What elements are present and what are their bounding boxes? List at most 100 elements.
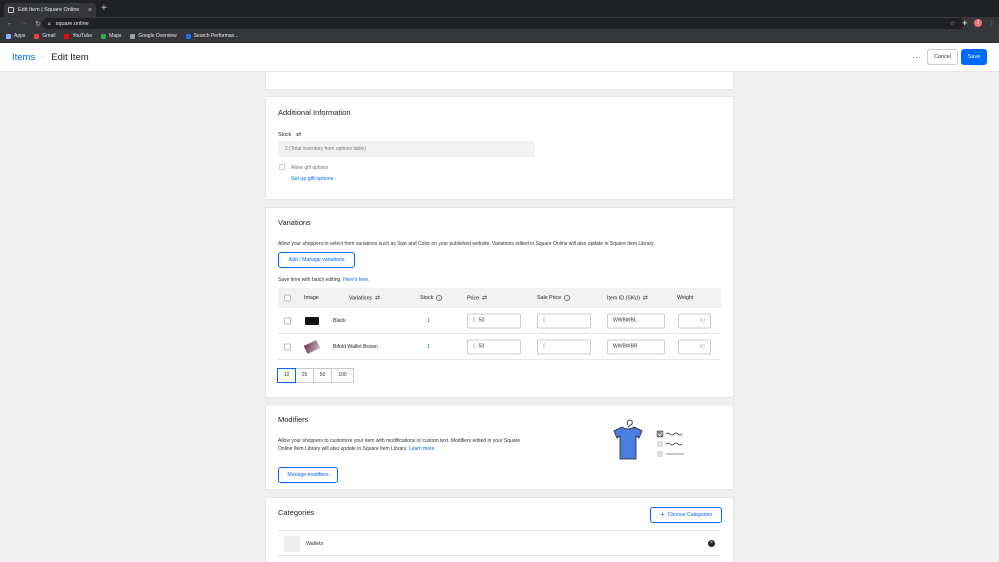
browser-tab[interactable]: Edit Item | Square Online × [4, 3, 96, 17]
variation-name: Bifold Wallet Brown [333, 343, 378, 350]
row-checkbox[interactable] [284, 343, 291, 350]
select-all-checkbox[interactable] [284, 294, 291, 302]
price-input[interactable]: £50 [467, 313, 521, 328]
url-text: square.online [55, 20, 89, 27]
sale-price-input[interactable]: £ - [537, 339, 591, 354]
col-image: Image [304, 295, 319, 301]
learn-more-link[interactable]: Learn more [409, 446, 435, 452]
variation-stock-link[interactable]: 1 [427, 318, 430, 324]
variations-table: Image Variations ⇄ Stock i Price ⇄ Sale Pri… [278, 288, 721, 360]
page-size-selector: 10 25 50 100 [277, 368, 354, 383]
save-button[interactable]: Save [961, 49, 987, 65]
sku-input[interactable]: WWBWBL [607, 313, 665, 328]
sku-input[interactable]: WWBWBR [607, 339, 665, 354]
info-icon[interactable]: i [564, 295, 571, 301]
breadcrumb-separator: › [42, 54, 45, 61]
bookmark-star-icon[interactable]: ☆ [950, 20, 955, 27]
col-weight: Weight [677, 295, 694, 301]
more-options-icon[interactable]: ··· [912, 53, 922, 62]
address-bar[interactable]: 🔒︎ square.online [42, 18, 964, 29]
cancel-button[interactable]: Cancel [927, 49, 958, 65]
bookmark-youtube[interactable]: YouTube [64, 33, 92, 39]
category-row: Wallets × [278, 530, 721, 556]
categories-card: Categories + Choose Categories Wallets × [265, 497, 734, 562]
app-header: Items › Edit Item ··· Cancel Save [0, 43, 999, 72]
browser-toolbar: ← → ↻ 🔒︎ square.online ☆ ✚ J ⋮ [0, 17, 999, 30]
reload-icon[interactable]: ↻ [34, 20, 42, 28]
additional-info-card: Additional Information Stock ⇄ 2 (Total … [265, 96, 734, 200]
swap-icon[interactable]: ⇄ [296, 131, 301, 138]
page-size-100[interactable]: 100 [331, 368, 354, 383]
maps-icon [101, 33, 107, 39]
forward-icon[interactable]: → [20, 20, 28, 27]
batch-edit-link[interactable]: Here's how. [343, 277, 369, 283]
col-sku: Item ID (SKU) [607, 295, 640, 301]
additional-info-heading: Additional Information [278, 108, 351, 117]
variation-thumbnail [305, 316, 319, 325]
bookmark-maps[interactable]: Maps [101, 33, 121, 39]
col-sale-price: Sale Price [537, 295, 562, 301]
choose-categories-button[interactable]: + Choose Categories [650, 507, 722, 523]
variation-thumbnail [303, 339, 321, 354]
variations-heading: Variations [278, 218, 311, 227]
modifiers-heading: Modifiers [278, 415, 309, 424]
breadcrumb-items-link[interactable]: Items [12, 52, 35, 63]
col-price: Price [467, 295, 480, 301]
browser-menu-icon[interactable]: ⋮ [989, 20, 995, 27]
browser-tabstrip: Edit Item | Square Online × + [0, 0, 999, 17]
modifiers-illustration [613, 419, 684, 460]
youtube-icon [64, 33, 70, 39]
breadcrumb: Items › Edit Item [12, 52, 89, 63]
page-size-25[interactable]: 25 [295, 368, 314, 383]
categories-heading: Categories [278, 508, 315, 517]
search-performance-icon [185, 33, 191, 39]
close-tab-icon[interactable]: × [88, 7, 92, 14]
previous-section-card [265, 72, 734, 90]
swap-icon[interactable]: ⇄ [482, 295, 487, 302]
gmail-icon [34, 33, 40, 39]
category-thumbnail [284, 536, 300, 552]
tab-title: Edit Item | Square Online [18, 7, 80, 13]
tshirt-icon [613, 426, 643, 460]
gift-options-checkbox[interactable] [279, 164, 285, 170]
swap-icon[interactable]: ⇄ [643, 295, 648, 302]
google-overview-icon [130, 33, 136, 39]
profile-avatar[interactable]: J [974, 19, 982, 27]
batch-edit-text: Save time with batch editing. Here's how… [278, 277, 370, 283]
bookmark-google-overview[interactable]: Google Overview [130, 33, 177, 39]
stock-field: 2 (Total inventory from options table) [278, 141, 535, 157]
modifiers-description-line1: Allow your shoppers to customize your it… [278, 438, 521, 444]
bookmark-gmail[interactable]: Gmail [34, 33, 55, 39]
gift-options-label: Allow gift options [291, 165, 329, 171]
price-input[interactable]: £50 [467, 339, 521, 354]
manage-modifiers-button[interactable]: Manage modifiers [278, 467, 338, 483]
variation-stock-link[interactable]: 1 [427, 344, 430, 350]
new-tab-icon[interactable]: + [101, 3, 107, 15]
stock-label: Stock [278, 131, 292, 138]
remove-category-icon[interactable]: × [708, 540, 715, 547]
manage-variations-button[interactable]: Add / Manage variations [278, 252, 355, 268]
sale-price-input[interactable]: £ - [537, 313, 591, 328]
modifiers-description-line2: Online Item Library will also update in … [278, 446, 435, 452]
bookmark-search-performance[interactable]: Search Performan... [185, 33, 238, 39]
bookmark-apps[interactable]: Apps [6, 33, 25, 39]
col-stock: Stock [420, 295, 434, 301]
table-row: Black 1 £50 £ - WWBWBL kg [278, 308, 721, 334]
setup-gift-options-link[interactable]: Set up gift options [291, 176, 333, 182]
plus-icon: + [659, 510, 665, 519]
page-size-10[interactable]: 10 [277, 368, 296, 383]
row-checkbox[interactable] [284, 317, 291, 324]
swap-icon[interactable]: ⇄ [375, 295, 380, 302]
info-icon[interactable]: i [436, 295, 443, 301]
variations-description: Allow your shoppers to select from varia… [278, 241, 655, 247]
page-size-50[interactable]: 50 [313, 368, 332, 383]
variation-name: Black [333, 317, 346, 324]
weight-input[interactable]: kg [678, 313, 711, 328]
extensions-icon[interactable]: ✚ [962, 20, 967, 27]
weight-input[interactable]: kg [678, 339, 711, 354]
category-name: Wallets [306, 541, 324, 547]
apps-icon [6, 33, 11, 39]
table-header-row: Image Variations ⇄ Stock i Price ⇄ Sale Pri… [278, 288, 721, 308]
back-icon[interactable]: ← [6, 20, 14, 27]
variations-card: Variations Allow your shoppers to select… [265, 207, 734, 398]
